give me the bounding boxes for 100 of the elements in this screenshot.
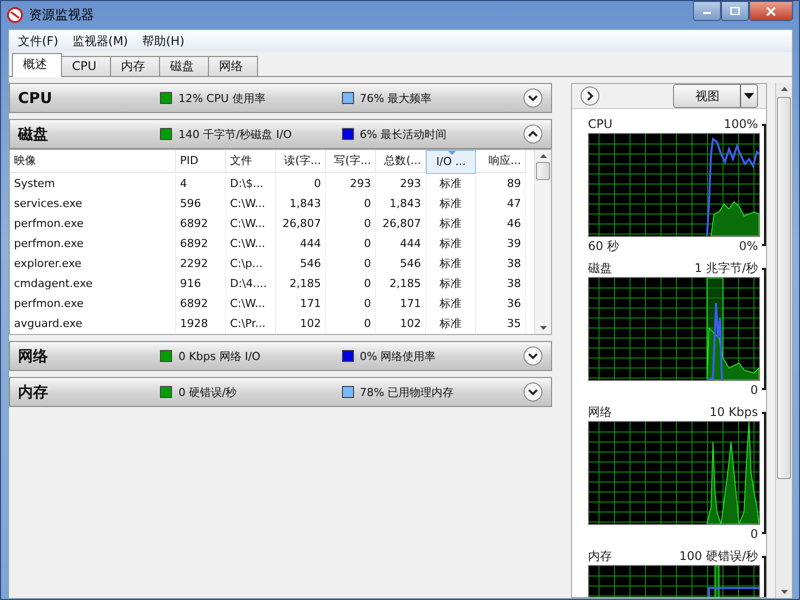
table-cell: 293 <box>326 174 376 194</box>
table-cell: 26,807 <box>276 214 326 234</box>
scrollbar[interactable] <box>534 150 551 334</box>
table-cell: services.exe <box>10 194 176 214</box>
section-header[interactable]: 磁盘 140 千字节/秒磁盘 I/O 6% 最长活动时间 <box>9 119 552 149</box>
scrollbar[interactable] <box>775 83 792 598</box>
graph-min-label: 0 <box>750 526 758 543</box>
table-cell: perfmon.exe <box>10 214 176 234</box>
table-cell: C:\W... <box>226 294 276 314</box>
table-cell: 标准 <box>426 194 476 214</box>
graph-title: 内存 <box>588 548 612 565</box>
table-cell: C:\W... <box>226 214 276 234</box>
stat-label: 0 Kbps 网络 I/O <box>178 348 260 364</box>
stat-label: 76% 最大频率 <box>360 90 432 106</box>
tab[interactable]: 磁盘 <box>159 56 209 76</box>
graph-max-label: 100% <box>724 116 758 133</box>
table-cell: 0 <box>326 254 376 274</box>
table-cell: 6892 <box>176 234 226 254</box>
table-cell: 444 <box>376 234 426 254</box>
table-cell: 546 <box>376 254 426 274</box>
expand-icon[interactable] <box>580 86 600 106</box>
collapse-icon[interactable] <box>523 124 543 144</box>
table-cell: 1,843 <box>376 194 426 214</box>
graph-time-label: 60 秒 <box>588 238 620 255</box>
table-cell: C:\Pr... <box>226 314 276 334</box>
menu-item[interactable]: 帮助(H) <box>134 32 192 50</box>
table-cell: 444 <box>276 234 326 254</box>
scroll-down-icon[interactable] <box>540 326 546 330</box>
tab[interactable]: 概述 <box>12 53 62 77</box>
column-header[interactable]: 文件 <box>226 150 276 173</box>
table-cell: 标准 <box>426 234 476 254</box>
section-title: 内存 <box>18 382 49 402</box>
stat-label: 0 硬错误/秒 <box>178 384 237 400</box>
graph-min-label: 0 <box>750 382 758 399</box>
scroll-up-icon[interactable] <box>780 87 788 91</box>
table-cell: 916 <box>176 274 226 294</box>
scroll-thumb[interactable] <box>536 162 550 180</box>
column-header[interactable]: 总数(... <box>376 150 426 173</box>
table-cell: C:\p... <box>226 254 276 274</box>
scroll-down-icon[interactable] <box>780 590 788 594</box>
table-cell: 102 <box>276 314 326 334</box>
table-cell: 6892 <box>176 214 226 234</box>
tab[interactable]: 网络 <box>208 56 258 76</box>
expand-icon[interactable] <box>523 346 543 366</box>
column-header[interactable]: 响应... <box>476 150 526 173</box>
graph-max-label: 1 兆字节/秒 <box>694 260 758 277</box>
table-cell: 47 <box>476 194 526 214</box>
maximize-icon <box>730 7 740 15</box>
table-cell: 102 <box>376 314 426 334</box>
maximize-button[interactable] <box>721 1 749 21</box>
expand-icon[interactable] <box>523 382 543 402</box>
table-cell: System <box>10 174 176 194</box>
close-button[interactable] <box>749 1 793 21</box>
table-cell: 0 <box>326 294 376 314</box>
table-cell: C:\W... <box>226 234 276 254</box>
expand-icon[interactable] <box>523 88 543 108</box>
menu-item[interactable]: 文件(F) <box>11 32 66 50</box>
table-cell: D:\$... <box>226 174 276 194</box>
table-cell: 标准 <box>426 314 476 334</box>
close-icon <box>766 6 776 16</box>
stat-label: 140 千字节/秒磁盘 I/O <box>178 126 292 142</box>
table-cell: 6892 <box>176 294 226 314</box>
view-button[interactable]: 视图 <box>673 84 758 108</box>
stat-label: 6% 最长活动时间 <box>360 126 447 142</box>
table-cell: cmdagent.exe <box>10 274 176 294</box>
table-cell: 0 <box>326 274 376 294</box>
column-header[interactable]: 读(字... <box>276 150 326 173</box>
minimize-button[interactable] <box>693 1 721 21</box>
tab[interactable]: CPU <box>61 56 111 76</box>
section-title: 网络 <box>18 346 49 366</box>
column-header[interactable]: PID <box>176 150 226 173</box>
table-cell: 26,807 <box>376 214 426 234</box>
table-cell: 38 <box>476 274 526 294</box>
column-header[interactable]: I/O ... <box>426 150 476 174</box>
table-cell: 171 <box>276 294 326 314</box>
stat-label: 12% CPU 使用率 <box>178 90 266 106</box>
scroll-thumb[interactable] <box>777 97 792 479</box>
table-cell: 38 <box>476 254 526 274</box>
graph-title: CPU <box>588 116 612 133</box>
column-header[interactable]: 写(字... <box>326 150 376 173</box>
table-cell: 标准 <box>426 214 476 234</box>
table-cell: 1,843 <box>276 194 326 214</box>
table-cell: 0 <box>326 194 376 214</box>
table-cell: 标准 <box>426 174 476 194</box>
table-cell: 标准 <box>426 254 476 274</box>
table-cell: avguard.exe <box>10 314 176 334</box>
tab[interactable]: 内存 <box>110 56 160 76</box>
table-cell: 标准 <box>426 274 476 294</box>
section-header[interactable]: CPU 12% CPU 使用率 76% 最大频率 <box>9 83 552 113</box>
menu-item[interactable]: 监视器(M) <box>65 32 135 50</box>
table-cell: perfmon.exe <box>10 294 176 314</box>
table-cell: 0 <box>276 174 326 194</box>
scroll-up-icon[interactable] <box>540 154 546 158</box>
table-cell: perfmon.exe <box>10 234 176 254</box>
table-cell: 0 <box>326 214 376 234</box>
table-cell: 0 <box>326 314 376 334</box>
section-title: CPU <box>18 89 54 107</box>
section-header[interactable]: 网络 0 Kbps 网络 I/O 0% 网络使用率 <box>9 341 552 371</box>
column-header[interactable]: 映像 <box>10 150 176 173</box>
section-header[interactable]: 内存 0 硬错误/秒 78% 已用物理内存 <box>9 377 552 407</box>
